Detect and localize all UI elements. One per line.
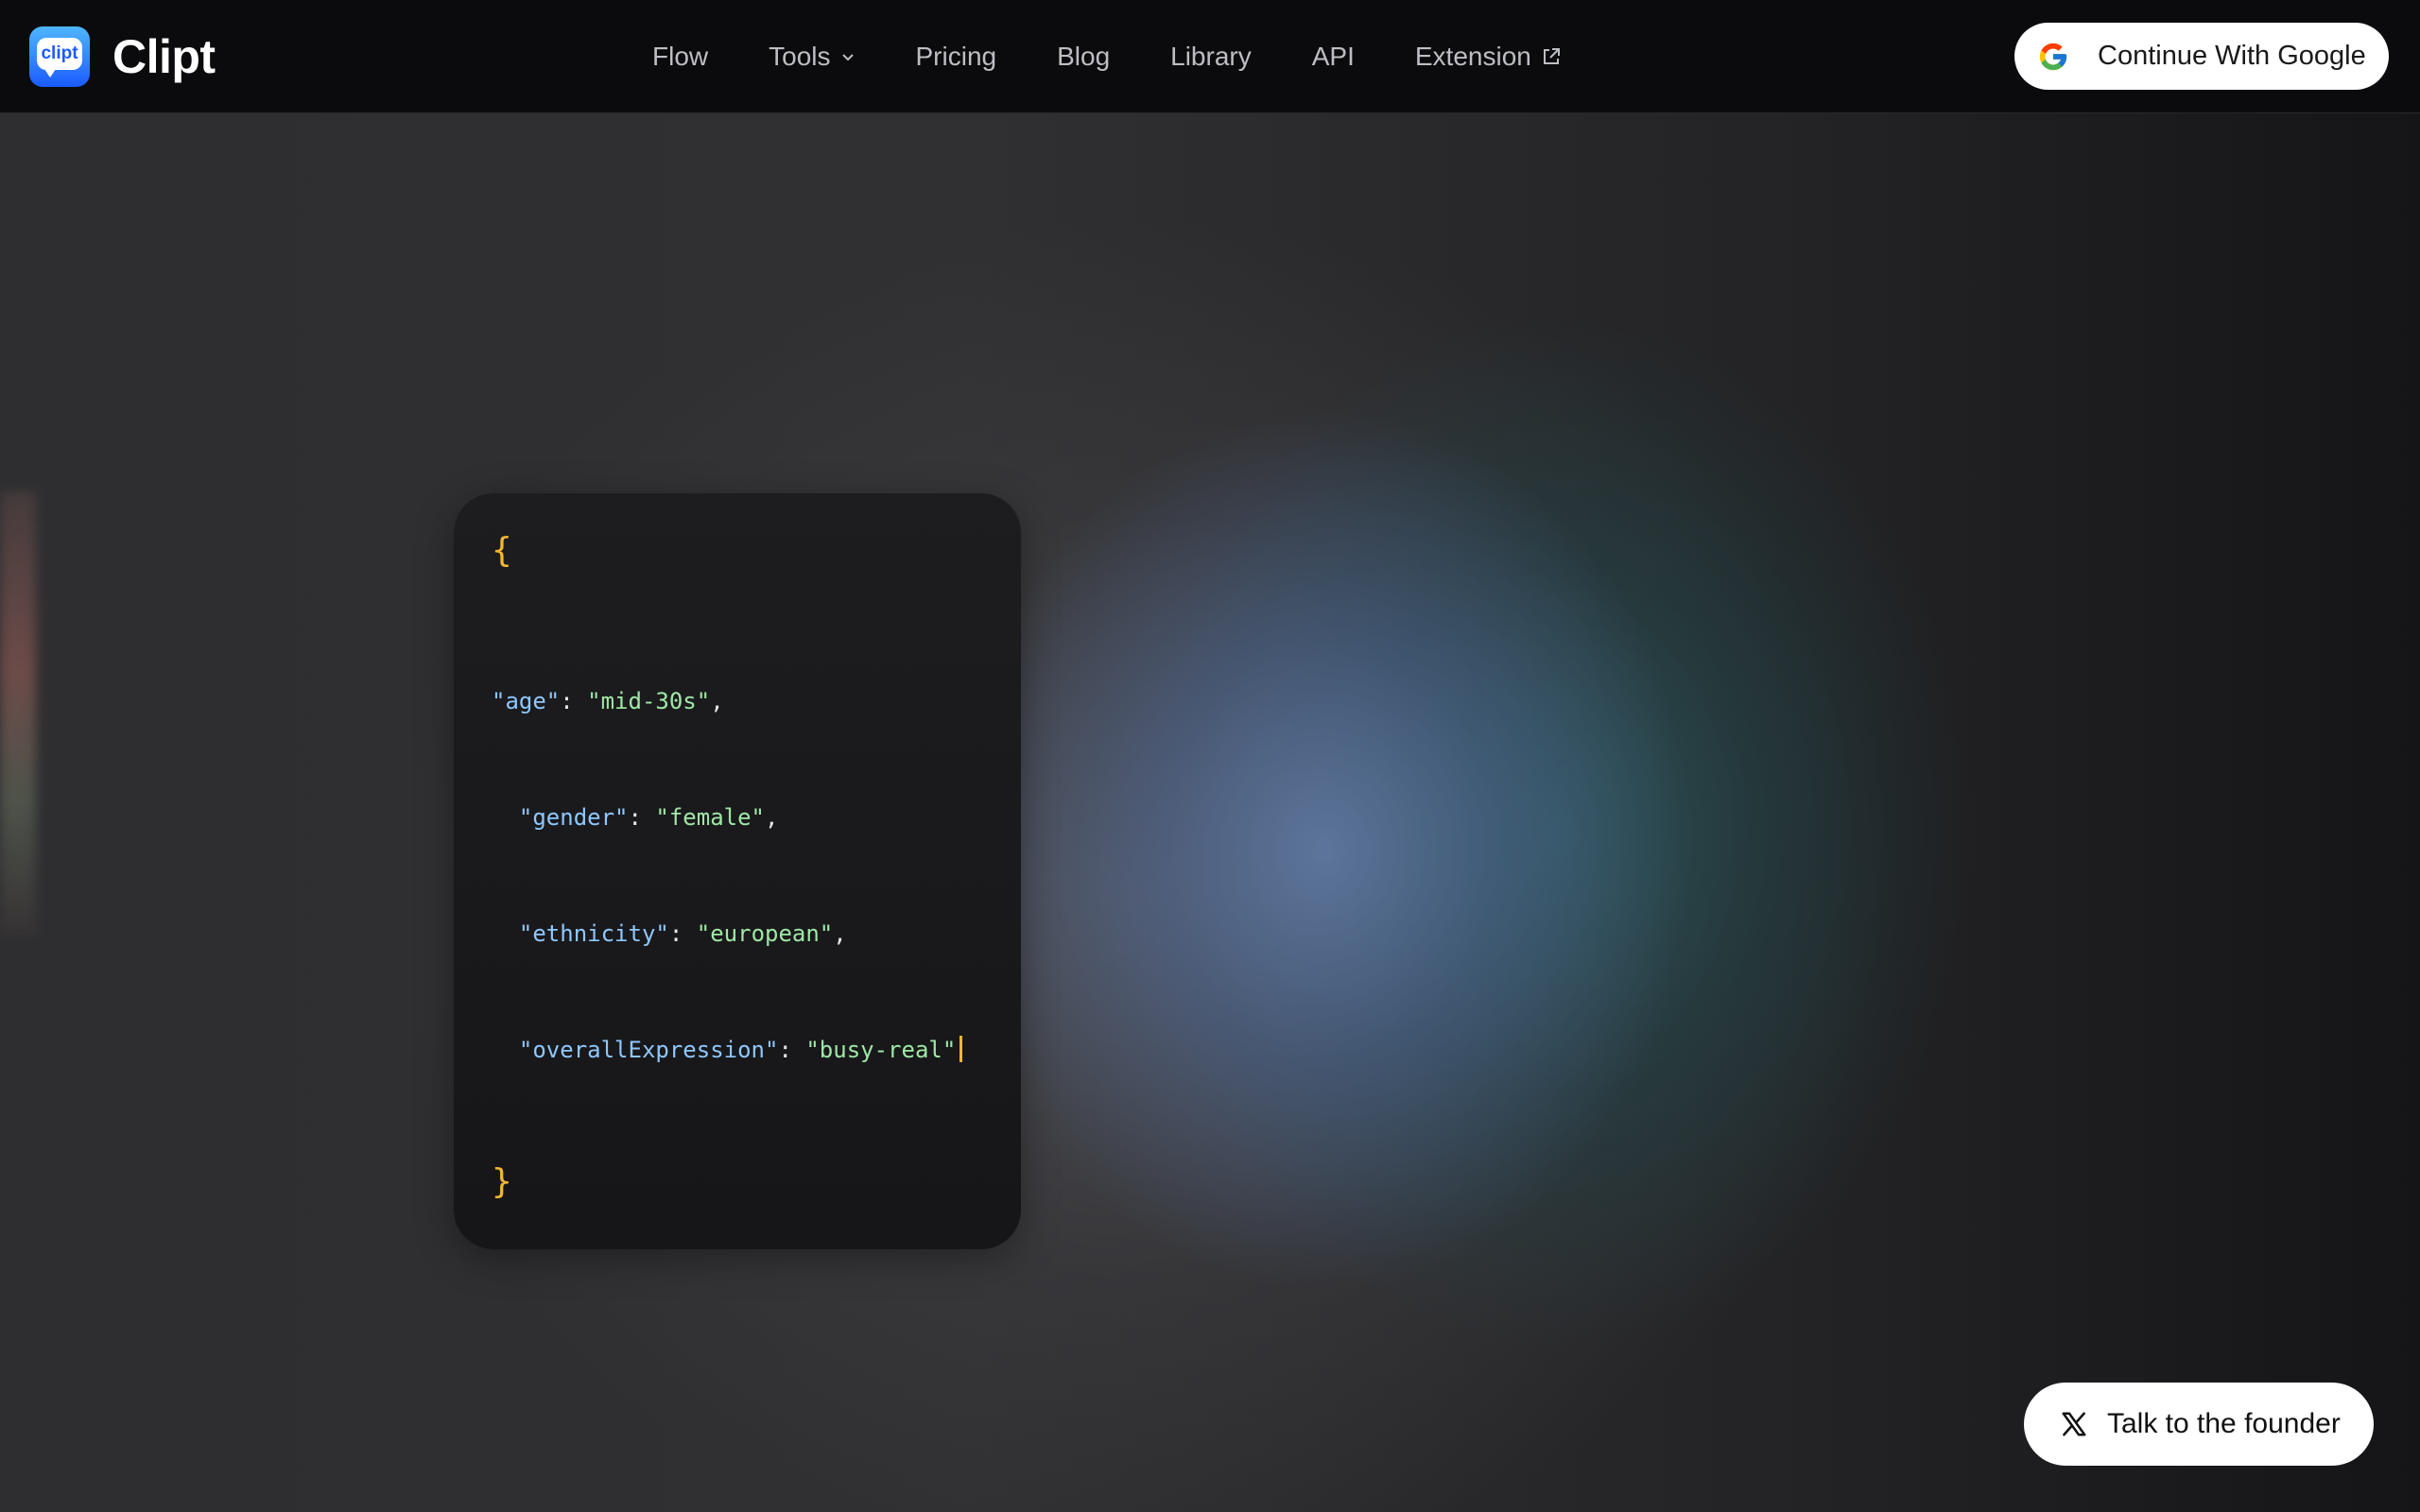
open-brace: { xyxy=(492,531,512,570)
brand-logo[interactable]: clipt Clipt xyxy=(29,26,216,87)
text-caret xyxy=(959,1036,963,1062)
nav-item-label: Blog xyxy=(1057,41,1111,71)
code-line: "age": "mid-30s", xyxy=(492,688,724,714)
json-code-lines: "age": "mid-30s", "gender": "female", "e… xyxy=(492,605,963,1147)
talk-to-founder-button[interactable]: Talk to the founder xyxy=(2024,1383,2374,1466)
code-line: "overallExpression": "busy-real" xyxy=(492,1031,963,1070)
google-icon xyxy=(2037,41,2069,73)
main-nav: Flow Tools Pricing Blog Library API Exte… xyxy=(652,0,1562,112)
brand-name: Clipt xyxy=(112,30,216,83)
nav-item-label: Flow xyxy=(652,41,709,71)
logo-badge-text: clipt xyxy=(37,38,82,77)
json-value: "female" xyxy=(655,804,765,831)
nav-item-label: API xyxy=(1311,41,1355,71)
code-line: "ethnicity": "european", xyxy=(518,920,847,947)
clipt-logo-icon: clipt xyxy=(29,26,90,87)
page: clipt Clipt Flow Tools Pricing Blog Libr… xyxy=(0,0,2420,1512)
nav-item-label: Tools xyxy=(769,41,831,71)
background-image-edge xyxy=(0,491,36,936)
nav-item-pricing[interactable]: Pricing xyxy=(916,42,997,72)
json-key: "gender" xyxy=(518,804,629,831)
chevron-down-icon xyxy=(840,49,856,64)
code-line: "gender": "female", xyxy=(518,804,779,831)
nav-item-label: Pricing xyxy=(915,41,997,71)
nav-item-tools[interactable]: Tools xyxy=(769,42,855,72)
nav-item-extension[interactable]: Extension xyxy=(1415,42,1562,72)
nav-item-flow[interactable]: Flow xyxy=(652,42,708,72)
nav-item-label: Extension xyxy=(1414,41,1531,71)
nav-item-library[interactable]: Library xyxy=(1170,42,1252,72)
nav-item-label: Library xyxy=(1170,41,1252,71)
google-button-label: Continue With Google xyxy=(2098,41,2366,71)
json-key: "overallExpression" xyxy=(518,1037,779,1063)
json-value: "busy-real" xyxy=(805,1037,957,1063)
json-code-card: { "age": "mid-30s", "gender": "female", … xyxy=(454,493,1021,1249)
nav-item-api[interactable]: API xyxy=(1312,42,1355,72)
continue-with-google-button[interactable]: Continue With Google xyxy=(2014,23,2389,90)
json-key: "ethnicity" xyxy=(518,920,669,947)
json-key: "age" xyxy=(492,688,561,714)
close-brace: } xyxy=(492,1162,512,1201)
founder-button-label: Talk to the founder xyxy=(2107,1408,2341,1439)
json-value: "european" xyxy=(696,920,834,947)
x-logo-icon xyxy=(2060,1410,2088,1438)
json-value: "mid-30s" xyxy=(587,688,711,714)
nav-item-blog[interactable]: Blog xyxy=(1057,42,1110,72)
external-link-icon xyxy=(1541,46,1562,67)
top-nav-bar: clipt Clipt Flow Tools Pricing Blog Libr… xyxy=(0,0,2420,113)
